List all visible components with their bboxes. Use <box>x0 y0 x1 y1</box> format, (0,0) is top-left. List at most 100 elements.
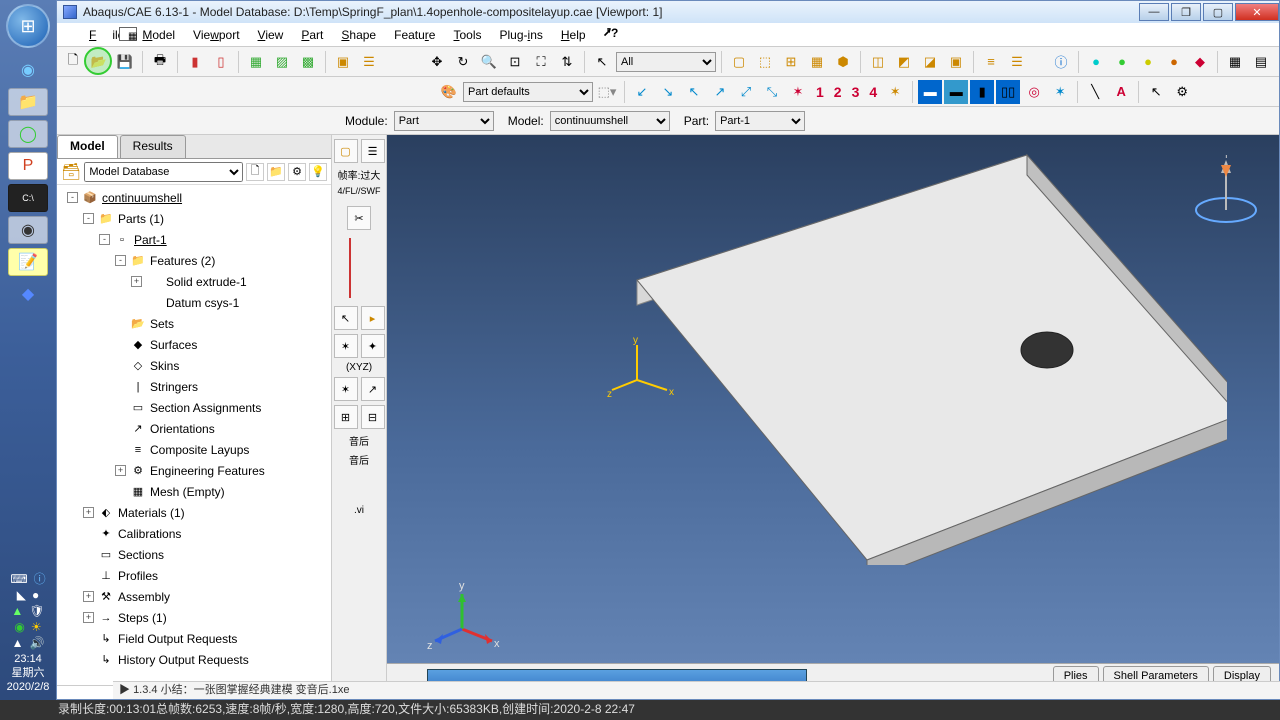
taskbar-app-explorer[interactable]: 📁 <box>8 88 48 116</box>
module-select[interactable]: Part <box>394 111 494 131</box>
menu-view[interactable]: View <box>250 25 292 45</box>
query-icon[interactable]: ⚙ <box>1170 80 1194 104</box>
cycle-icon[interactable]: ⇅ <box>555 50 579 74</box>
maximize-button[interactable]: ▢ <box>1203 3 1233 21</box>
model-tree[interactable]: -📦continuumshell-📁Parts (1)-▫Part-1-📁Fea… <box>57 185 331 685</box>
box4-icon[interactable]: ▦ <box>805 50 829 74</box>
menu-feature[interactable]: Feature <box>386 25 443 45</box>
tree-item[interactable]: ↳Field Output Requests <box>63 628 331 649</box>
datum-4[interactable]: 4 <box>865 84 881 100</box>
palette-icon[interactable]: 🎨 <box>437 80 461 104</box>
mdi-icon[interactable]: ▦ <box>119 27 137 41</box>
tree-item[interactable]: 📂Sets <box>63 313 331 334</box>
open-icon[interactable]: 📂 <box>87 50 111 74</box>
grid-icon[interactable]: ▦ <box>1223 50 1247 74</box>
tree-item[interactable]: -📁Parts (1) <box>63 208 331 229</box>
axis-star-icon[interactable]: ✶ <box>883 80 907 104</box>
new-icon[interactable]: 🗋 <box>61 50 85 74</box>
taskbar-app-browser[interactable]: ◯ <box>8 120 48 148</box>
expand-toggle[interactable]: - <box>67 192 78 203</box>
layout-icon-2[interactable]: ☰ <box>357 50 381 74</box>
db-btn2[interactable]: 📁 <box>267 163 285 181</box>
menu-part[interactable]: Part <box>293 25 331 45</box>
line-icon[interactable]: ╲ <box>1083 80 1107 104</box>
tray-icon-2[interactable]: ● <box>32 588 39 602</box>
box2-icon[interactable]: ⬚ <box>753 50 777 74</box>
cube1-icon[interactable]: ⬢ <box>831 50 855 74</box>
render4-icon[interactable]: ▯▯ <box>996 80 1020 104</box>
tree-item[interactable]: +Solid extrude-1 <box>63 271 331 292</box>
expand-toggle[interactable]: + <box>131 276 142 287</box>
viewport-3d[interactable]: x y z x y z Y Plies <box>387 135 1279 699</box>
db-btn1[interactable]: 🗋 <box>246 163 264 181</box>
expand-toggle[interactable]: + <box>83 507 94 518</box>
tool-d2[interactable]: ↗ <box>361 377 385 401</box>
tree-item[interactable]: ⊥Profiles <box>63 565 331 586</box>
datum-2[interactable]: 2 <box>830 84 846 100</box>
csys2-icon[interactable]: ↘ <box>656 80 680 104</box>
expand-toggle[interactable]: - <box>115 255 126 266</box>
cube-dd-icon[interactable]: ⬚▾ <box>595 80 619 104</box>
part-defaults-select[interactable]: Part defaults <box>463 82 593 102</box>
restore-button[interactable]: ❐ <box>1171 3 1201 21</box>
layout-icon-1[interactable]: ▣ <box>331 50 355 74</box>
color5-icon[interactable]: ◆ <box>1188 50 1212 74</box>
db-btn4[interactable]: 💡 <box>309 163 327 181</box>
tree-item[interactable]: +⚙Engineering Features <box>63 460 331 481</box>
print-icon[interactable]: 🖶 <box>148 50 172 74</box>
tray-keyboard-icon[interactable]: ⌨ <box>10 572 27 586</box>
color3-icon[interactable]: ● <box>1136 50 1160 74</box>
csys1-icon[interactable]: ↙ <box>630 80 654 104</box>
tool-create-part[interactable]: ▢ <box>334 139 358 163</box>
tree-item[interactable]: -📦continuumshell <box>63 187 331 208</box>
view-compass[interactable]: Y <box>1191 155 1261 235</box>
taskbar-app-ppt[interactable]: P <box>8 152 48 180</box>
taskbar-app-abaqus[interactable]: ◆ <box>8 280 48 308</box>
tree-item[interactable]: ▭Section Assignments <box>63 397 331 418</box>
taskbar-app-camera[interactable]: ◉ <box>8 216 48 244</box>
csys3-icon[interactable]: ↖ <box>682 80 706 104</box>
menu-whats-this[interactable]: ⭷? <box>596 21 627 48</box>
clock-time[interactable]: 23:14 <box>7 652 50 666</box>
minimize-button[interactable]: — <box>1139 3 1169 21</box>
tree-item[interactable]: ◇Skins <box>63 355 331 376</box>
view-icon-3[interactable]: ▩ <box>296 50 320 74</box>
tool-e2[interactable]: ⊟ <box>361 405 385 429</box>
tray-info-icon[interactable]: ⓘ <box>34 572 46 586</box>
render6-icon[interactable]: ✶ <box>1048 80 1072 104</box>
tree-item[interactable]: -▫Part-1 <box>63 229 331 250</box>
menu-viewport[interactable]: Viewport <box>185 25 248 45</box>
text-icon[interactable]: A <box>1109 80 1133 104</box>
tool-d1[interactable]: ✶ <box>334 377 358 401</box>
tool-b1[interactable]: ↖ <box>334 306 358 330</box>
model-select[interactable]: continuumshell <box>550 111 670 131</box>
taskbar-app-1[interactable]: ◉ <box>8 56 48 84</box>
tray-shield-icon[interactable]: 🛡 <box>29 604 44 618</box>
render3-icon[interactable]: ▮ <box>970 80 994 104</box>
tray-up-icon[interactable]: ▲ <box>12 636 24 650</box>
tree-item[interactable]: -📁Features (2) <box>63 250 331 271</box>
datum-1[interactable]: 1 <box>812 84 828 100</box>
tree-item[interactable]: |Stringers <box>63 376 331 397</box>
pick-icon[interactable]: ↖ <box>1144 80 1168 104</box>
tree-item[interactable]: +⚒Assembly <box>63 586 331 607</box>
close-button[interactable]: ✕ <box>1235 3 1279 21</box>
tree-item[interactable]: ◆Surfaces <box>63 334 331 355</box>
expand-toggle[interactable]: - <box>83 213 94 224</box>
menu-plugins[interactable]: Plug-ins <box>492 25 551 45</box>
wire-icon[interactable]: ◫ <box>866 50 890 74</box>
tree-item[interactable]: ↗Orientations <box>63 418 331 439</box>
tray-icon-1[interactable]: ◣ <box>17 588 26 602</box>
view-icon-2[interactable]: ▨ <box>270 50 294 74</box>
render2-icon[interactable]: ▬ <box>944 80 968 104</box>
rail1-icon[interactable]: ≡ <box>979 50 1003 74</box>
color4-icon[interactable]: ● <box>1162 50 1186 74</box>
expand-toggle[interactable]: - <box>99 234 110 245</box>
info-icon[interactable]: ⓘ <box>1049 50 1073 74</box>
db-icon-1[interactable]: ▮ <box>183 50 207 74</box>
menu-help[interactable]: Help <box>553 25 594 45</box>
db-btn3[interactable]: ⚙ <box>288 163 306 181</box>
box3-icon[interactable]: ⊞ <box>779 50 803 74</box>
tree-item[interactable]: +→Steps (1) <box>63 607 331 628</box>
select-arrow-icon[interactable]: ↖ <box>590 50 614 74</box>
